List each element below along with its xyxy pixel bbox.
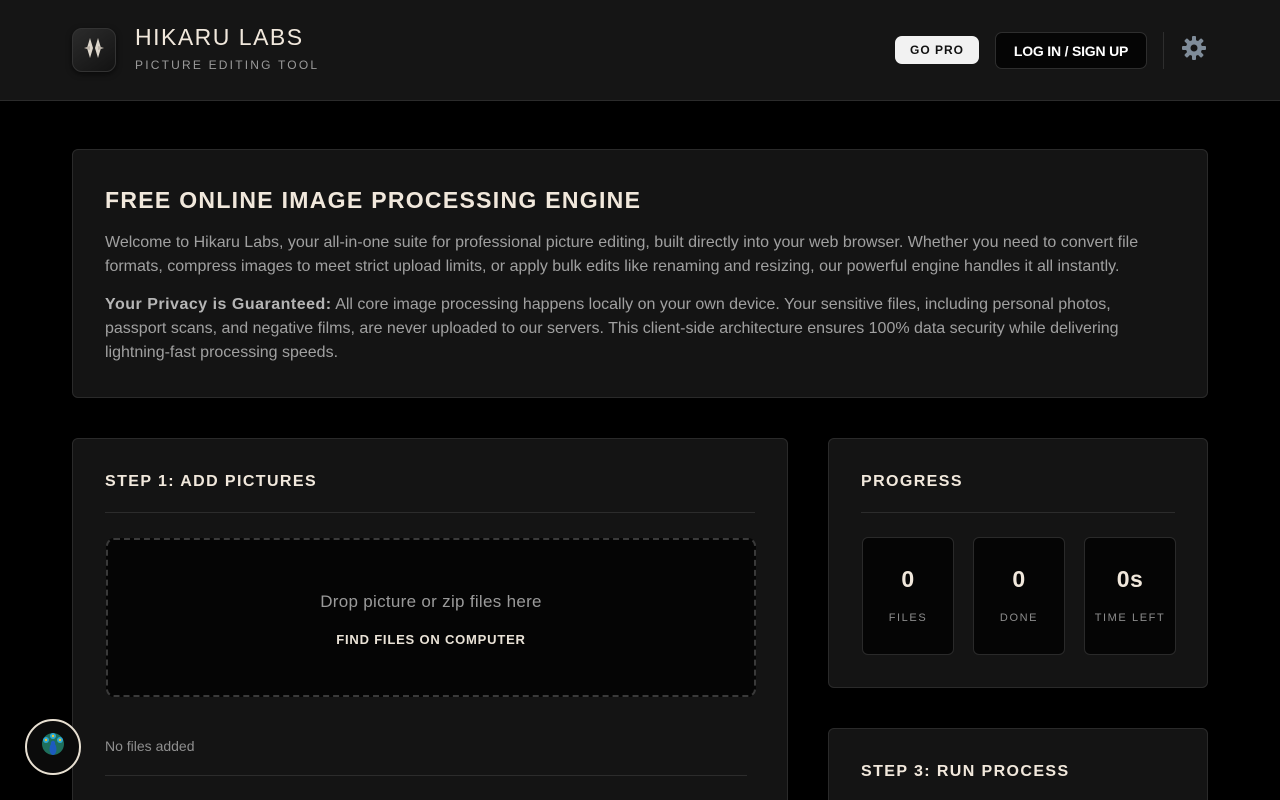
peacock-icon [38, 730, 68, 765]
progress-card: PROGRESS 0 FILES 0 DONE 0s TIME LEFT [828, 438, 1208, 688]
stat-value: 0 [901, 566, 915, 592]
step1-title: STEP 1: ADD PICTURES [105, 473, 318, 490]
file-list-divider [105, 775, 747, 776]
diamond-sparkle-icon [81, 35, 107, 66]
stat-label: FILES [888, 612, 928, 624]
intro-paragraph: Welcome to Hikaru Labs, your all-in-one … [105, 234, 1139, 275]
floating-assistant-button[interactable] [25, 719, 81, 775]
stat-value: 0s [1116, 566, 1144, 592]
step1-divider [105, 512, 755, 513]
dropzone-text: Drop picture or zip files here [320, 592, 542, 611]
stat-value: 0 [1012, 566, 1026, 592]
file-dropzone[interactable]: Drop picture or zip files here FIND FILE… [106, 538, 756, 697]
privacy-paragraph: Your Privacy is Guaranteed: All core ima… [105, 293, 1175, 365]
privacy-label: Your Privacy is Guaranteed: [105, 296, 332, 313]
app-header: HIKARU LABS PICTURE EDITING TOOL GO PRO … [0, 0, 1280, 101]
progress-divider [861, 512, 1175, 513]
progress-title: PROGRESS [861, 473, 963, 490]
stat-files: 0 FILES [862, 537, 954, 655]
step3-card: STEP 3: RUN PROCESS [828, 728, 1208, 800]
go-pro-button[interactable]: GO PRO [895, 36, 979, 64]
login-signup-button[interactable]: LOG IN / SIGN UP [995, 32, 1147, 69]
stat-label: TIME LEFT [1094, 612, 1166, 624]
stat-time-left: 0s TIME LEFT [1084, 537, 1176, 655]
brand-subtitle: PICTURE EDITING TOOL [135, 58, 320, 72]
intro-title: FREE ONLINE IMAGE PROCESSING ENGINE [105, 187, 642, 213]
stat-label: DONE [999, 612, 1039, 624]
step1-card: STEP 1: ADD PICTURES Drop picture or zip… [72, 438, 788, 800]
step3-title: STEP 3: RUN PROCESS [861, 763, 1070, 780]
settings-button[interactable] [1180, 35, 1208, 66]
header-divider [1163, 32, 1164, 69]
empty-files-text: No files added [105, 738, 195, 754]
gear-icon [1181, 35, 1207, 66]
logo[interactable] [72, 28, 116, 72]
find-files-button[interactable]: FIND FILES ON COMPUTER [108, 632, 754, 647]
stat-done: 0 DONE [973, 537, 1065, 655]
intro-card: FREE ONLINE IMAGE PROCESSING ENGINE Welc… [72, 149, 1208, 398]
brand-title: HIKARU LABS [135, 24, 304, 50]
